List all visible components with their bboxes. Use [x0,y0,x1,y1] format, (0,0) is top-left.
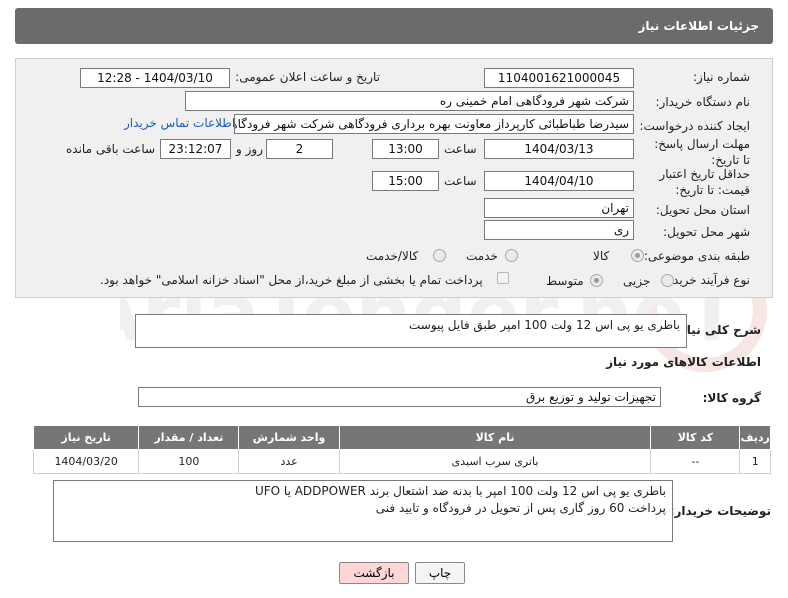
purchase-radio-minor[interactable] [661,274,674,287]
validity-date-field: 1404/04/10 [484,171,634,191]
treasury-payment-checkbox[interactable] [497,272,509,284]
page-header: جزئیات اطلاعات نیاز [15,8,773,44]
deadline-date-field: 1404/03/13 [484,139,634,159]
goods-table: ردیف کد کالا نام کالا واحد شمارش تعداد /… [32,425,771,474]
cell-row: 1 [739,449,771,474]
col-qty: تعداد / مقدار [138,425,240,450]
col-unit: واحد شمارش [238,425,340,450]
remaining-label: ساعت باقی مانده [66,142,156,156]
cell-code: -- [650,449,741,474]
table-row: 1 -- باتری سرب اسیدی عدد 100 1404/03/20 [32,449,771,474]
city-field: ری [484,220,634,240]
purchase-option-minor: جزیی [623,274,651,288]
buyer-notes-line-1: باطری یو پی اس 12 ولت 100 امپر با بدنه ض… [254,484,666,498]
buyer-org-field: شرکت شهر فرودگاهی امام خمینی ره [185,91,634,111]
days-label: روز و [236,142,263,156]
buyer-contact-link[interactable]: اطلاعات تماس خریدار [124,116,235,130]
purchase-type-label: نوع فرآیند خرید : [665,273,750,287]
requester-label: ایجاد کننده درخواست: [639,119,750,133]
back-button[interactable]: بازگشت [339,562,409,584]
cell-name: باتری سرب اسیدی [338,449,652,474]
deadline-time-label: ساعت [444,142,477,156]
announce-label: تاریخ و ساعت اعلان عمومی: [235,70,380,84]
buyer-notes-line-2: پرداخت 60 روز گاری پس از تحویل در فرودگا… [375,501,666,515]
announce-field: 1404/03/10 - 12:28 [80,68,230,88]
col-row: ردیف [739,425,771,450]
goods-table-header: ردیف کد کالا نام کالا واحد شمارش تعداد /… [32,425,771,450]
col-name: نام کالا [338,425,652,450]
category-option-both: کالا/خدمت [366,249,419,263]
days-field: 2 [266,139,333,159]
validity-label: حداقل تاریخ اعتبار قیمت: تا تاریخ: [659,167,750,197]
category-radio-goods[interactable] [631,249,644,262]
requester-field: سیدرضا طباطبائی کارپرداز معاونت بهره برد… [234,114,634,134]
validity-time-label: ساعت [444,174,477,188]
deadline-label: مهلت ارسال پاسخ: تا تاریخ: [654,137,750,167]
buyer-notes-textarea: باطری یو پی اس 12 ولت 100 امپر با بدنه ض… [53,480,673,542]
purchase-radio-medium[interactable] [590,274,603,287]
deadline-time-field: 13:00 [372,139,439,159]
buyer-org-label: نام دستگاه خریدار: [655,95,751,109]
remaining-time-field: 23:12:07 [160,139,231,159]
validity-time-field: 15:00 [372,171,439,191]
goods-section-title: اطلاعات کالاهای مورد نیاز [606,355,761,369]
city-label: شهر محل تحویل: [663,225,750,239]
category-radio-service[interactable] [505,249,518,262]
col-date: تاریخ نیاز [32,425,140,450]
category-radio-both[interactable] [433,249,446,262]
goods-group-label: گروه کالا: [702,391,761,405]
province-field: تهران [484,198,634,218]
purchase-option-medium: متوسط [546,274,584,288]
goods-group-field: تجهیزات تولید و توزیع برق [138,387,661,407]
print-button[interactable]: چاپ [415,562,465,584]
cell-qty: 100 [138,449,240,474]
category-option-service: خدمت [466,249,498,263]
cell-date: 1404/03/20 [32,449,140,474]
need-number-label: شماره نیاز: [693,70,750,84]
province-label: استان محل تحویل: [655,203,750,217]
col-code: کد کالا [650,425,741,450]
treasury-payment-note: پرداخت تمام یا بخشی از مبلغ خرید،از محل … [100,273,483,287]
buyer-notes-label: توضیحات خریدار: [669,504,771,518]
category-label: طبقه بندی موضوعی: [643,249,750,263]
page-title: جزئیات اطلاعات نیاز [638,19,759,33]
category-option-goods: کالا [593,249,610,263]
description-textarea: باطری یو پی اس 12 ولت 100 امپر طبق فایل … [135,314,687,348]
cell-unit: عدد [238,449,340,474]
need-number-field: 1104001621000045 [484,68,634,88]
description-label: شرح کلی نیاز: [675,323,761,337]
